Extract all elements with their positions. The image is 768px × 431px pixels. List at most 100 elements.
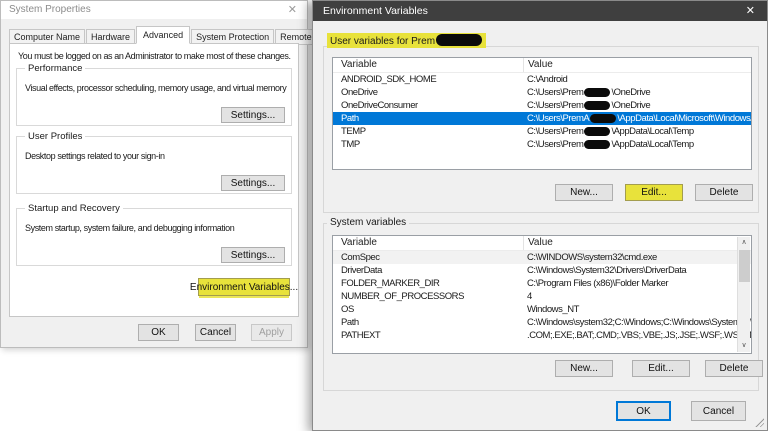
user-row-temp[interactable]: TEMP C:\Users\Prem \AppData\Local\Temp: [333, 125, 751, 138]
variable-cell: Path: [333, 112, 523, 125]
user-new-button[interactable]: New...: [555, 184, 613, 201]
variable-cell: TEMP: [333, 125, 523, 138]
vertical-scrollbar[interactable]: ∧ ∨: [737, 237, 750, 352]
variable-cell: OneDrive: [333, 86, 523, 99]
advanced-tab-panel: You must be logged on as an Administrato…: [9, 43, 299, 317]
environment-variables-button[interactable]: Environment Variables...: [198, 278, 290, 296]
value-cell: C:\Program Files (x86)\Folder Marker: [523, 277, 751, 290]
apply-button: Apply: [251, 324, 292, 341]
variable-cell: PATHEXT: [333, 329, 523, 342]
value-cell: C:\Users\Prem \AppData\Local\Temp: [523, 125, 751, 138]
variable-cell: OneDriveConsumer: [333, 99, 523, 112]
value-text: C:\Users\Prem: [527, 139, 583, 150]
value-text: C:\Users\Prem: [527, 87, 583, 98]
value-text: C:\Android: [527, 74, 567, 85]
system-row-os[interactable]: OS Windows_NT: [333, 303, 751, 316]
user-variables-table: Variable Value ANDROID_SDK_HOME C:\Andro…: [332, 57, 752, 170]
startup-recovery-description: System startup, system failure, and debu…: [25, 223, 287, 233]
startup-recovery-group-label: Startup and Recovery: [25, 203, 123, 214]
system-variables-label: System variables: [327, 217, 409, 228]
value-text: \AppData\Local\Temp: [611, 126, 693, 137]
user-row-tmp[interactable]: TMP C:\Users\Prem \AppData\Local\Temp: [333, 138, 751, 151]
variable-cell: TMP: [333, 138, 523, 151]
system-row-number-of-processors[interactable]: NUMBER_OF_PROCESSORS 4: [333, 290, 751, 303]
column-header-value[interactable]: Value: [523, 58, 751, 72]
user-delete-button[interactable]: Delete: [695, 184, 753, 201]
variable-cell: Path: [333, 316, 523, 329]
table-header: Variable Value: [333, 236, 751, 251]
user-edit-button[interactable]: Edit...: [625, 184, 683, 201]
user-variables-label: User variables for Prem: [327, 33, 486, 48]
system-row-driverdata[interactable]: DriverData C:\Windows\System32\Drivers\D…: [333, 264, 751, 277]
value-text: \AppData\Local\Microsoft\WindowsApps;: [617, 113, 751, 124]
value-cell: C:\Windows\system32;C:\Windows;C:\Window…: [523, 316, 751, 329]
environment-variables-dialog: Environment Variables ✕ User variables f…: [312, 0, 768, 431]
table-header: Variable Value: [333, 58, 751, 73]
scroll-up-icon[interactable]: ∧: [738, 237, 750, 249]
value-text: C:\Users\PremA: [527, 113, 589, 124]
system-variables-group: Variable Value ComSpec C:\WINDOWS\system…: [323, 223, 759, 391]
value-cell: C:\Users\Prem \OneDrive: [523, 86, 751, 99]
performance-description: Visual effects, processor scheduling, me…: [25, 83, 287, 93]
close-icon[interactable]: ✕: [288, 3, 297, 16]
cancel-button[interactable]: Cancel: [691, 401, 746, 421]
cancel-button[interactable]: Cancel: [195, 324, 236, 341]
system-row-path[interactable]: Path C:\Windows\system32;C:\Windows;C:\W…: [333, 316, 751, 329]
variable-cell: FOLDER_MARKER_DIR: [333, 277, 523, 290]
ok-button[interactable]: OK: [616, 401, 671, 421]
variable-cell: DriverData: [333, 264, 523, 277]
user-profiles-description: Desktop settings related to your sign-in: [25, 151, 287, 161]
value-cell: .COM;.EXE;.BAT;.CMD;.VBS;.VBE;.JS;.JSE;.…: [523, 329, 751, 342]
system-properties-dialog: System Properties ✕ Computer NameHardwar…: [0, 0, 308, 348]
startup-recovery-settings-button[interactable]: Settings...: [221, 247, 285, 263]
window-title: Environment Variables: [323, 5, 428, 17]
system-new-button[interactable]: New...: [555, 360, 613, 377]
user-profiles-settings-button[interactable]: Settings...: [221, 175, 285, 191]
user-variables-group: Variable Value ANDROID_SDK_HOME C:\Andro…: [323, 46, 759, 213]
value-cell: C:\Android: [523, 73, 751, 86]
user-row-path-selected[interactable]: Path C:\Users\PremA \AppData\Local\Micros…: [333, 112, 751, 125]
value-text: \AppData\Local\Temp: [611, 139, 693, 150]
value-text: C:\Users\Prem: [527, 126, 583, 137]
value-cell: C:\Users\Prem\OneDrive: [523, 99, 751, 112]
redaction-marker: [436, 34, 482, 46]
resize-grip[interactable]: [754, 417, 764, 427]
value-cell: C:\WINDOWS\system32\cmd.exe: [523, 251, 751, 264]
value-text: \OneDrive: [611, 87, 650, 98]
user-row-onedrive[interactable]: OneDrive C:\Users\Prem \OneDrive: [333, 86, 751, 99]
system-row-pathext[interactable]: PATHEXT .COM;.EXE;.BAT;.CMD;.VBS;.VBE;.J…: [333, 329, 751, 342]
system-variables-table: Variable Value ComSpec C:\WINDOWS\system…: [332, 235, 752, 354]
window-title: System Properties: [9, 4, 91, 15]
user-row-onedriveconsumer[interactable]: OneDriveConsumer C:\Users\Prem\OneDrive: [333, 99, 751, 112]
user-profiles-group-label: User Profiles: [25, 131, 85, 142]
redaction-marker: [584, 127, 610, 136]
tab-advanced[interactable]: Advanced: [136, 26, 190, 44]
system-row-folder-marker-dir[interactable]: FOLDER_MARKER_DIR C:\Program Files (x86)…: [333, 277, 751, 290]
scroll-down-icon[interactable]: ∨: [738, 340, 750, 352]
value-cell: C:\Users\Prem \AppData\Local\Temp: [523, 138, 751, 151]
variable-cell: OS: [333, 303, 523, 316]
system-row-comspec[interactable]: ComSpec C:\WINDOWS\system32\cmd.exe: [333, 251, 751, 264]
close-icon[interactable]: ✕: [746, 4, 755, 17]
redaction-marker: [584, 88, 610, 97]
value-cell: C:\Windows\System32\Drivers\DriverData: [523, 264, 751, 277]
variable-cell: NUMBER_OF_PROCESSORS: [333, 290, 523, 303]
column-header-variable[interactable]: Variable: [333, 236, 523, 250]
startup-recovery-group: Startup and Recovery System startup, sys…: [16, 208, 292, 266]
ok-button[interactable]: OK: [138, 324, 179, 341]
column-header-value[interactable]: Value: [523, 236, 751, 250]
variable-cell: ComSpec: [333, 251, 523, 264]
value-text: C:\Users\Prem: [527, 100, 583, 111]
system-edit-button[interactable]: Edit...: [632, 360, 690, 377]
redaction-marker: [590, 114, 616, 123]
column-header-variable[interactable]: Variable: [333, 58, 523, 72]
performance-group: Performance Visual effects, processor sc…: [16, 68, 292, 126]
user-row-android-sdk-home[interactable]: ANDROID_SDK_HOME C:\Android: [333, 73, 751, 86]
redaction-marker: [584, 140, 610, 149]
system-delete-button[interactable]: Delete: [705, 360, 763, 377]
redaction-marker: [584, 101, 610, 110]
scrollbar-thumb[interactable]: [739, 250, 750, 282]
performance-settings-button[interactable]: Settings...: [221, 107, 285, 123]
variable-cell: ANDROID_SDK_HOME: [333, 73, 523, 86]
user-profiles-group: User Profiles Desktop settings related t…: [16, 136, 292, 194]
